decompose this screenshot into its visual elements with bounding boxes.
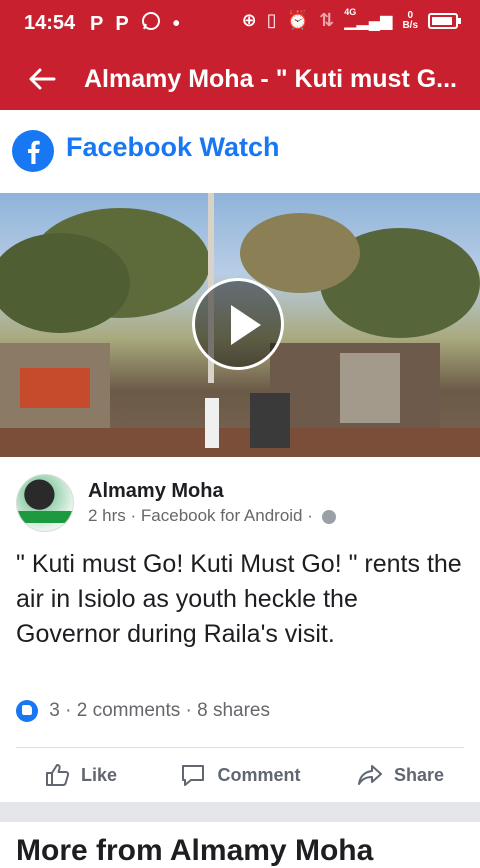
more-from-heading: More from Almamy Moha (16, 834, 374, 867)
section-separator (0, 802, 480, 822)
back-arrow-icon[interactable] (26, 63, 58, 95)
post-actions: Like Comment Share (0, 748, 480, 802)
author-name[interactable]: Almamy Moha (88, 480, 224, 503)
whatsapp-icon (141, 11, 161, 37)
post-text: " Kuti must Go! Kuti Must Go! " rents th… (16, 550, 462, 648)
facebook-logo-icon[interactable] (12, 130, 54, 172)
dot-icon: • (172, 12, 180, 35)
avatar[interactable] (16, 474, 74, 532)
reaction-count: 3 (49, 700, 60, 722)
share-arrow-icon (357, 765, 382, 785)
status-bar: 14:54 P P • ⊕ ▯ ⏰ ⇅ 4G ▁▂▄▆ 0 B/s (0, 0, 480, 48)
share-count[interactable]: 8 shares (197, 700, 270, 721)
data-arrows-icon: ⇅ (319, 10, 335, 30)
post-meta: 2 hrs · Facebook for Android · (88, 506, 336, 526)
notification-icons: P P • (90, 11, 180, 37)
thumbs-up-icon (45, 764, 70, 786)
battery-icon (428, 12, 461, 29)
play-button[interactable] (192, 278, 284, 370)
system-icons: ⊕ ▯ ⏰ ⇅ 4G ▁▂▄▆ 0 B/s (241, 6, 461, 31)
vibrate-icon: ▯ (266, 10, 277, 30)
data-saver-icon: ⊕ (241, 10, 257, 30)
section-title[interactable]: Facebook Watch (66, 132, 280, 163)
data-rate: 0 B/s (402, 9, 418, 31)
comment-count[interactable]: 2 comments (77, 700, 180, 721)
like-button[interactable]: Like (0, 748, 160, 802)
globe-icon (321, 509, 336, 524)
reaction-summary[interactable]: 3 · 2 comments · 8 shares (16, 700, 466, 730)
app-bar-title: Almamy Moha - " Kuti must G... (84, 65, 457, 93)
status-time: 14:54 (24, 12, 76, 34)
signal-icon: 4G ▁▂▄▆ (344, 6, 393, 30)
app-bar: Almamy Moha - " Kuti must G... (0, 48, 480, 110)
section-header: Facebook Watch (0, 110, 480, 192)
share-button[interactable]: Share (320, 748, 480, 802)
p-icon: P (115, 12, 129, 35)
alarm-icon: ⏰ (286, 10, 310, 30)
post-header: Almamy Moha 2 hrs · Facebook for Android… (0, 458, 480, 548)
comment-icon (182, 765, 205, 786)
like-reaction-icon (16, 700, 38, 722)
video-player[interactable] (0, 193, 480, 457)
comment-button[interactable]: Comment (160, 748, 320, 802)
p-icon: P (90, 12, 104, 35)
